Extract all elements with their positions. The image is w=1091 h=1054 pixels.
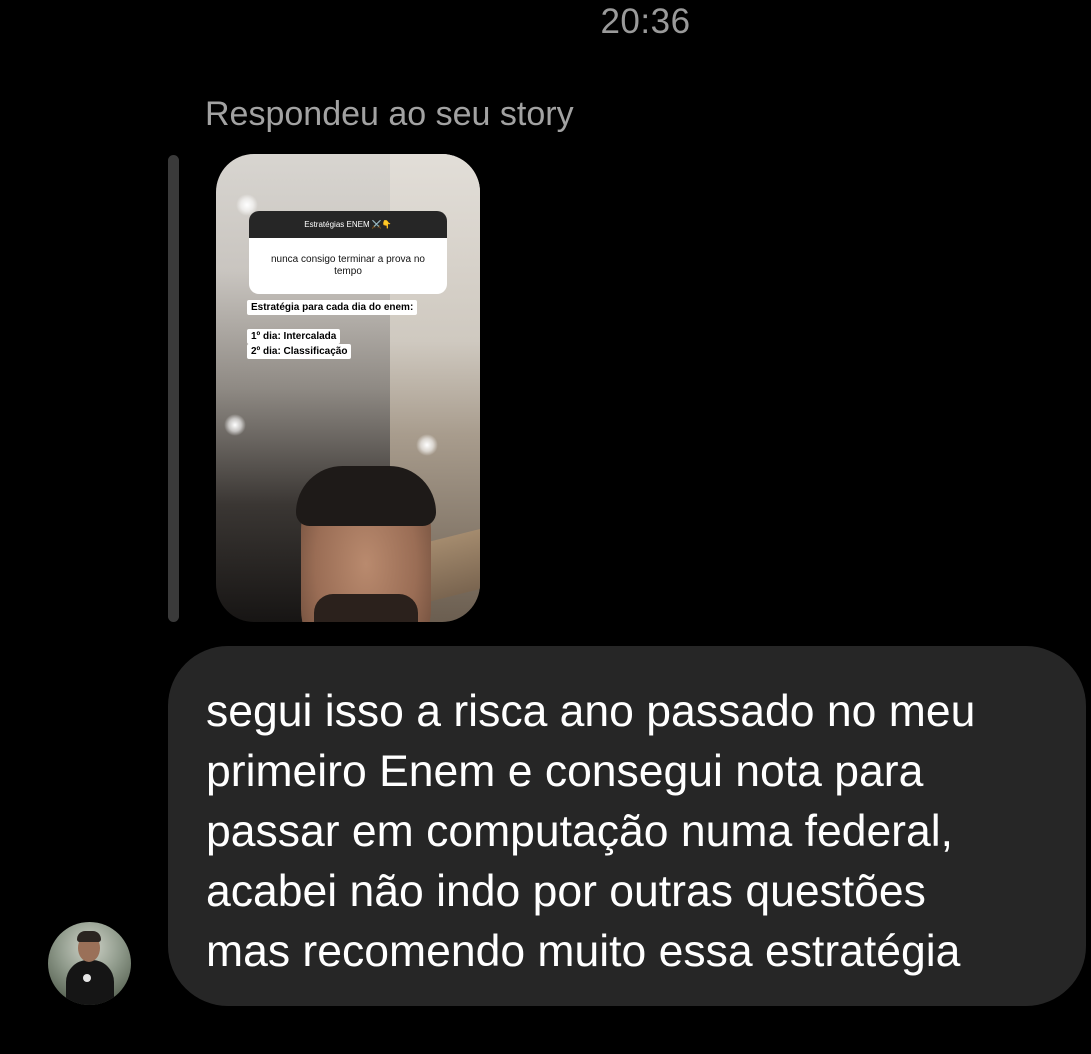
story-tag-day1: 1º dia: Intercalada xyxy=(247,329,341,344)
message-bubble[interactable]: segui isso a risca ano passado no meu pr… xyxy=(168,646,1086,1006)
question-sticker-text: nunca consigo terminar a prova no tempo xyxy=(249,238,447,294)
avatar-hair xyxy=(77,931,101,942)
story-ceiling-light xyxy=(224,414,246,436)
story-person-image xyxy=(256,466,466,622)
sender-avatar[interactable] xyxy=(48,922,131,1005)
person-hair xyxy=(296,466,436,526)
story-thumbnail[interactable]: Estratégias ENEM ⚔️👇 nunca consigo termi… xyxy=(216,154,480,622)
message-text: segui isso a risca ano passado no meu pr… xyxy=(206,687,976,976)
story-reply-label: Respondeu ao seu story xyxy=(205,95,574,133)
story-tag-title: Estratégia para cada dia do enem: xyxy=(247,300,418,315)
avatar-shirt-logo xyxy=(83,974,91,982)
reply-indicator-bar xyxy=(168,155,179,622)
avatar-body xyxy=(66,960,114,1005)
question-sticker-title: Estratégias ENEM ⚔️👇 xyxy=(249,211,447,238)
story-tag-day2: 2º dia: Classificação xyxy=(247,344,352,359)
message-timestamp: 20:36 xyxy=(600,2,691,41)
person-beard xyxy=(314,594,418,622)
story-ceiling-light xyxy=(416,434,438,456)
